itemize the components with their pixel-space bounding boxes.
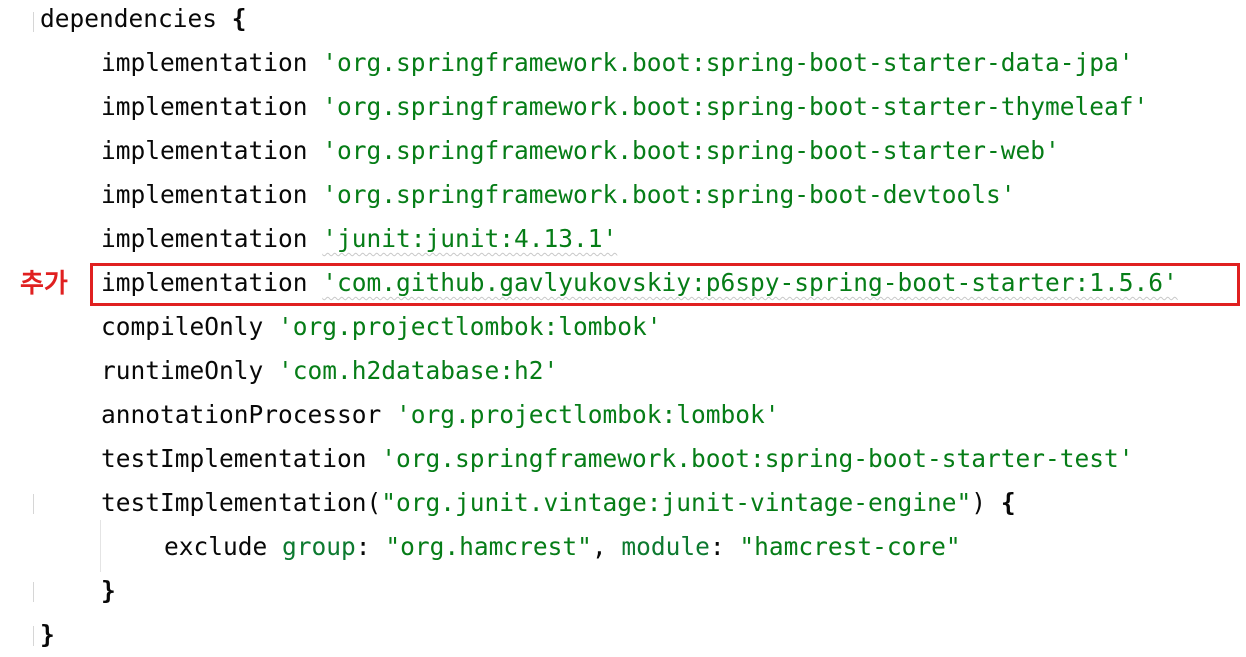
config-name: runtimeOnly <box>101 356 264 385</box>
config-name: testImplementation <box>101 488 367 517</box>
module-value: "hamcrest-core" <box>739 532 961 561</box>
artifact-string: "org.junit.vintage:junit-vintage-engine" <box>381 488 972 517</box>
artifact-string: 'com.h2database:h2' <box>278 356 559 385</box>
close-brace: } <box>101 576 116 605</box>
comma: , <box>591 532 607 561</box>
config-name: annotationProcessor <box>101 400 382 429</box>
config-name: implementation <box>101 136 308 165</box>
code-line[interactable]: compileOnly 'org.projectlombok:lombok' <box>101 305 662 349</box>
artifact-string: 'org.springframework.boot:spring-boot-st… <box>322 92 1149 121</box>
exclude-keyword: exclude <box>164 532 268 561</box>
code-line-exclude[interactable]: exclude group: "org.hamcrest", module: "… <box>164 525 961 569</box>
annotation-label: 추가 <box>20 269 68 299</box>
code-line-test-block[interactable]: testImplementation("org.junit.vintage:ju… <box>101 481 1016 525</box>
config-name: implementation <box>101 180 308 209</box>
artifact-string: 'org.springframework.boot:spring-boot-st… <box>322 48 1134 77</box>
code-line-close-outer[interactable]: } <box>40 613 55 657</box>
code-line[interactable]: implementation 'junit:junit:4.13.1' <box>101 217 617 261</box>
fold-marker[interactable] <box>33 626 34 646</box>
code-editor[interactable]: dependencies { implementation 'org.sprin… <box>0 0 1246 656</box>
code-line[interactable]: implementation 'org.springframework.boot… <box>101 85 1148 129</box>
code-line[interactable]: implementation 'org.springframework.boot… <box>101 41 1134 85</box>
artifact-string: 'org.springframework.boot:spring-boot-st… <box>381 444 1134 473</box>
colon: : <box>709 532 725 561</box>
artifact-string: 'org.projectlombok:lombok' <box>396 400 780 429</box>
artifact-string: 'org.projectlombok:lombok' <box>278 312 662 341</box>
fold-marker[interactable] <box>33 12 34 32</box>
code-line[interactable]: annotationProcessor 'org.projectlombok:l… <box>101 393 780 437</box>
code-line[interactable]: testImplementation 'org.springframework.… <box>101 437 1134 481</box>
code-line-close-inner[interactable]: } <box>101 569 116 613</box>
config-name: testImplementation <box>101 444 367 473</box>
code-line[interactable]: implementation 'org.springframework.boot… <box>101 173 1016 217</box>
paren-close: ) <box>971 488 987 517</box>
open-brace: { <box>231 4 247 33</box>
artifact-string: 'org.springframework.boot:spring-boot-de… <box>322 180 1016 209</box>
fold-marker[interactable] <box>33 582 34 602</box>
named-arg-module: module <box>621 532 710 561</box>
config-name: implementation <box>101 92 308 121</box>
fold-marker[interactable] <box>33 494 34 514</box>
code-line-dependencies[interactable]: dependencies { <box>40 0 247 41</box>
colon: : <box>355 532 371 561</box>
dependencies-keyword: dependencies <box>40 4 218 33</box>
paren-open: ( <box>366 488 382 517</box>
code-line[interactable]: implementation 'org.springframework.boot… <box>101 129 1060 173</box>
group-value: "org.hamcrest" <box>385 532 592 561</box>
config-name: implementation <box>101 224 308 253</box>
open-brace: { <box>1000 488 1016 517</box>
config-name: implementation <box>101 48 308 77</box>
highlight-box <box>90 263 1240 306</box>
indent-guide <box>100 520 101 572</box>
artifact-string: 'junit:junit:4.13.1' <box>322 224 618 253</box>
named-arg-group: group <box>282 532 356 561</box>
config-name: compileOnly <box>101 312 264 341</box>
close-brace: } <box>40 620 55 649</box>
code-line[interactable]: runtimeOnly 'com.h2database:h2' <box>101 349 558 393</box>
artifact-string: 'org.springframework.boot:spring-boot-st… <box>322 136 1060 165</box>
